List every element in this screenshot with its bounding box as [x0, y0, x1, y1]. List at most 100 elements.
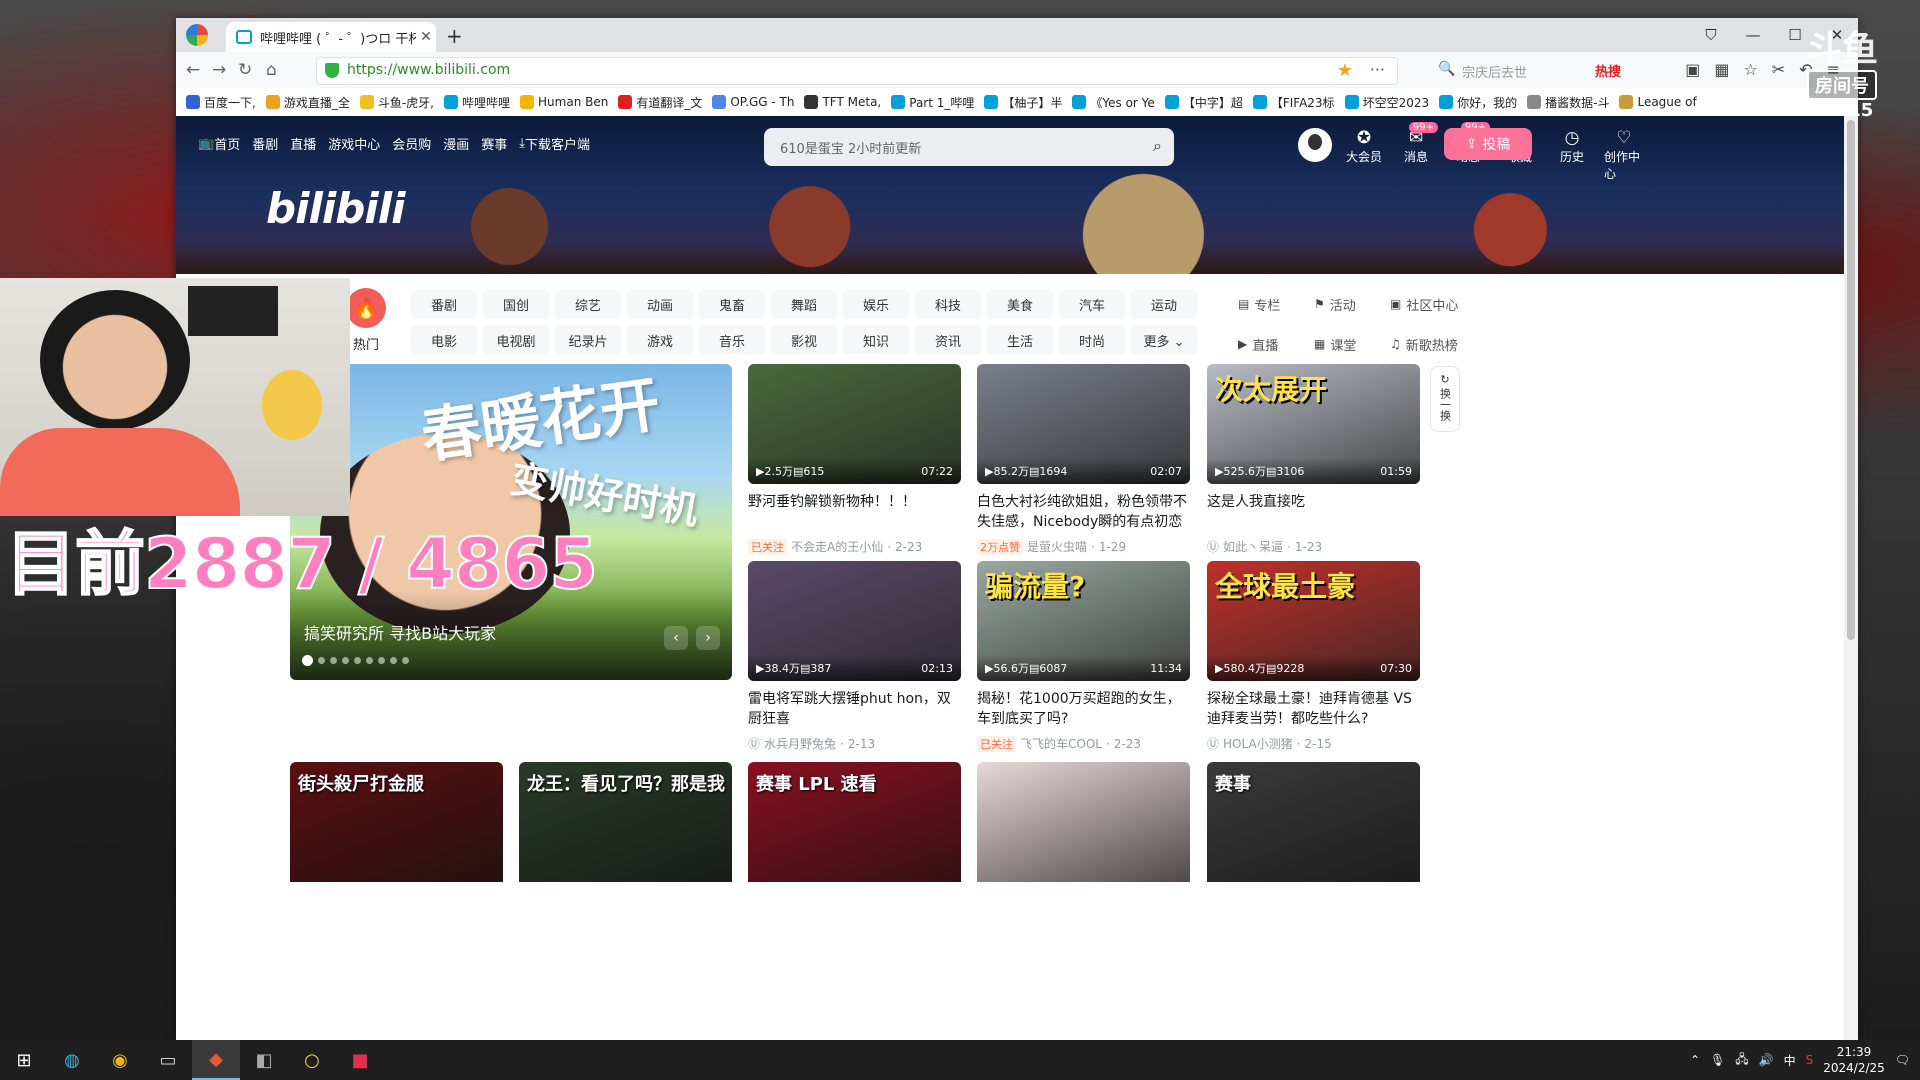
- nav-item[interactable]: 📺 首页: [198, 134, 240, 153]
- url-field[interactable]: https://www.bilibili.com ★ ···: [316, 57, 1398, 85]
- video-thumbnail[interactable]: 龙王：看见了吗？那是我: [519, 762, 732, 882]
- category-item[interactable]: 更多 ⌄: [1130, 326, 1198, 354]
- category-item[interactable]: 美食: [986, 290, 1054, 318]
- carousel-prev-button[interactable]: ‹: [664, 626, 688, 650]
- browser-logo-icon[interactable]: [186, 24, 208, 46]
- carousel-dot[interactable]: [318, 657, 325, 664]
- category-item[interactable]: 游戏: [626, 326, 694, 354]
- microphone-icon[interactable]: 🎙: [1710, 1053, 1725, 1067]
- bookmark-item[interactable]: 有道翻译_文: [618, 94, 702, 111]
- category-item[interactable]: 科技: [914, 290, 982, 318]
- bookmark-item[interactable]: 哔哩哔哩: [444, 94, 510, 111]
- tab-bilibili[interactable]: 哔哩哔哩 ( ゜- ゜)つロ 干杯~- ✕: [226, 22, 436, 52]
- video-author[interactable]: 是萤火虫喵: [1027, 538, 1087, 555]
- bilibili-logo[interactable]: bilibili: [266, 184, 406, 233]
- category-item[interactable]: 动画: [626, 290, 694, 318]
- category-item[interactable]: 娱乐: [842, 290, 910, 318]
- carousel-dot[interactable]: [390, 657, 397, 664]
- notification-icon[interactable]: 🗨: [1895, 1053, 1910, 1067]
- minimize-button[interactable]: —: [1732, 18, 1774, 52]
- network-icon[interactable]: 🖧: [1735, 1050, 1748, 1071]
- bookmark-item[interactable]: 《Yes or Ye: [1072, 94, 1155, 111]
- avatar[interactable]: [1298, 128, 1332, 162]
- back-button[interactable]: ←: [186, 60, 200, 80]
- favorites-icon[interactable]: ☆: [1743, 60, 1757, 79]
- red-app-icon[interactable]: ■: [336, 1040, 384, 1080]
- carousel-dot[interactable]: [302, 655, 313, 666]
- carousel-dot[interactable]: [402, 657, 409, 664]
- video-thumbnail[interactable]: ▶ 85.2万 ▤ 1694 02:07: [977, 364, 1190, 484]
- nav-item[interactable]: 直播: [290, 134, 316, 153]
- nav-item[interactable]: 游戏中心: [328, 134, 380, 153]
- sogou-icon[interactable]: S: [1806, 1053, 1814, 1067]
- nav-item[interactable]: 会员购: [392, 134, 431, 153]
- side-link[interactable]: ▶ 直播: [1238, 330, 1310, 358]
- video-author[interactable]: 如此丶呆逼: [1223, 538, 1283, 555]
- nav-item[interactable]: 漫画: [443, 134, 469, 153]
- bookmark-item[interactable]: Human Ben: [520, 95, 608, 109]
- category-item[interactable]: 国创: [482, 290, 550, 318]
- bookmark-item[interactable]: TFT Meta,: [804, 95, 881, 109]
- circle-app-icon[interactable]: ○: [288, 1040, 336, 1080]
- category-item[interactable]: 番剧: [410, 290, 478, 318]
- video-author[interactable]: 不会走A的王小仙: [791, 538, 883, 555]
- video-title[interactable]: 探秘全球最土豪！迪拜肯德基 VS 迪拜麦当劳！都吃些什么?: [1207, 689, 1420, 729]
- user-item[interactable]: ◷ 历史: [1552, 128, 1592, 182]
- category-item[interactable]: 舞蹈: [770, 290, 838, 318]
- new-tab-button[interactable]: +: [446, 24, 463, 48]
- user-item[interactable]: ✉ 消息 99+: [1396, 122, 1438, 182]
- video-thumbnail[interactable]: ▶ 2.5万 ▤ 615 07:22: [748, 364, 961, 484]
- category-item[interactable]: 综艺: [554, 290, 622, 318]
- bookmark-item[interactable]: League of: [1619, 95, 1697, 109]
- game-app-icon[interactable]: ◆: [192, 1040, 240, 1080]
- video-thumbnail[interactable]: 全球最土豪 ▶ 580.4万 ▤ 9228 07:30: [1207, 561, 1420, 681]
- category-item[interactable]: 时尚: [1058, 326, 1126, 354]
- video-author[interactable]: 飞飞的车COOL: [1020, 735, 1102, 752]
- browser-search-box[interactable]: 🔍 宗庆后去世 热搜: [1432, 57, 1642, 83]
- video-title[interactable]: 这是人我直接吃: [1207, 492, 1420, 532]
- pin-icon[interactable]: ⛉: [1690, 18, 1732, 52]
- user-item[interactable]: ✪ 大会员: [1344, 128, 1384, 182]
- browser-taskbar-icon[interactable]: ◉: [96, 1040, 144, 1080]
- category-item[interactable]: 音乐: [698, 326, 766, 354]
- video-thumbnail[interactable]: 次太展开 ▶ 525.6万 ▤ 3106 01:59: [1207, 364, 1420, 484]
- side-link[interactable]: ▣ 社区中心: [1390, 290, 1462, 318]
- bookmark-item[interactable]: 【中字】超: [1164, 94, 1243, 111]
- extension-icon[interactable]: ▣: [1685, 60, 1700, 79]
- category-item[interactable]: 知识: [842, 326, 910, 354]
- video-thumbnail[interactable]: 骗流量? ▶ 56.6万 ▤ 6087 11:34: [977, 561, 1190, 681]
- upload-button[interactable]: ⇪ 投稿: [1444, 128, 1532, 160]
- bookmark-item[interactable]: 【柚子】半: [984, 94, 1062, 111]
- bookmark-star-icon[interactable]: ★: [1337, 60, 1353, 81]
- category-item[interactable]: 鬼畜: [698, 290, 766, 318]
- bilibili-search-box[interactable]: 610是蛋宝 2小时前更新 ⌕: [764, 128, 1174, 166]
- category-item[interactable]: 资讯: [914, 326, 982, 354]
- carousel-title[interactable]: 搞笑研究所 寻找B站大玩家: [304, 620, 496, 644]
- carousel-dot[interactable]: [354, 657, 361, 664]
- volume-icon[interactable]: 🔊: [1759, 1053, 1774, 1067]
- video-card[interactable]: 骗流量? ▶ 56.6万 ▤ 6087 11:34 揭秘！花1000万买超跑的女生，车…: [977, 561, 1190, 752]
- carousel-dot[interactable]: [342, 657, 349, 664]
- bookmark-item[interactable]: 播酱数据-斗: [1527, 94, 1609, 111]
- windows-start-icon[interactable]: ⊞: [0, 1040, 48, 1080]
- bookmark-item[interactable]: 【FIFA23标: [1252, 94, 1335, 111]
- video-title[interactable]: 雷电将军跳大摆锤phut hon，双厨狂喜: [748, 689, 961, 729]
- video-thumbnail[interactable]: 街头殺尸打金服: [290, 762, 503, 882]
- bookmark-item[interactable]: 百度一下,: [186, 94, 256, 111]
- video-thumbnail[interactable]: [977, 762, 1190, 882]
- video-card[interactable]: ▶ 38.4万 ▤ 387 02:13 雷电将军跳大摆锤phut hon，双厨狂喜 Ⓤ…: [748, 561, 961, 752]
- refresh-button[interactable]: ↻ 换一换: [1430, 366, 1460, 432]
- side-link[interactable]: ▦ 课堂: [1314, 330, 1386, 358]
- carousel-dot[interactable]: [366, 657, 373, 664]
- video-card[interactable]: ▶ 2.5万 ▤ 615 07:22 野河垂钓解锁新物种！！！ 已关注 不会走A的王小仙…: [748, 364, 961, 555]
- tray-arrow-icon[interactable]: ⌃: [1690, 1053, 1700, 1067]
- category-item[interactable]: 生活: [986, 326, 1054, 354]
- file-explorer-icon[interactable]: ▭: [144, 1040, 192, 1080]
- video-thumbnail[interactable]: ▶ 38.4万 ▤ 387 02:13: [748, 561, 961, 681]
- user-item[interactable]: ♡ 创作中心: [1604, 128, 1644, 182]
- carousel-next-button[interactable]: ›: [696, 626, 720, 650]
- video-thumbnail[interactable]: 赛事: [1207, 762, 1420, 882]
- video-title[interactable]: 野河垂钓解锁新物种！！！: [748, 492, 961, 532]
- forward-button[interactable]: →: [212, 60, 226, 80]
- side-link[interactable]: ⚑ 活动: [1314, 290, 1386, 318]
